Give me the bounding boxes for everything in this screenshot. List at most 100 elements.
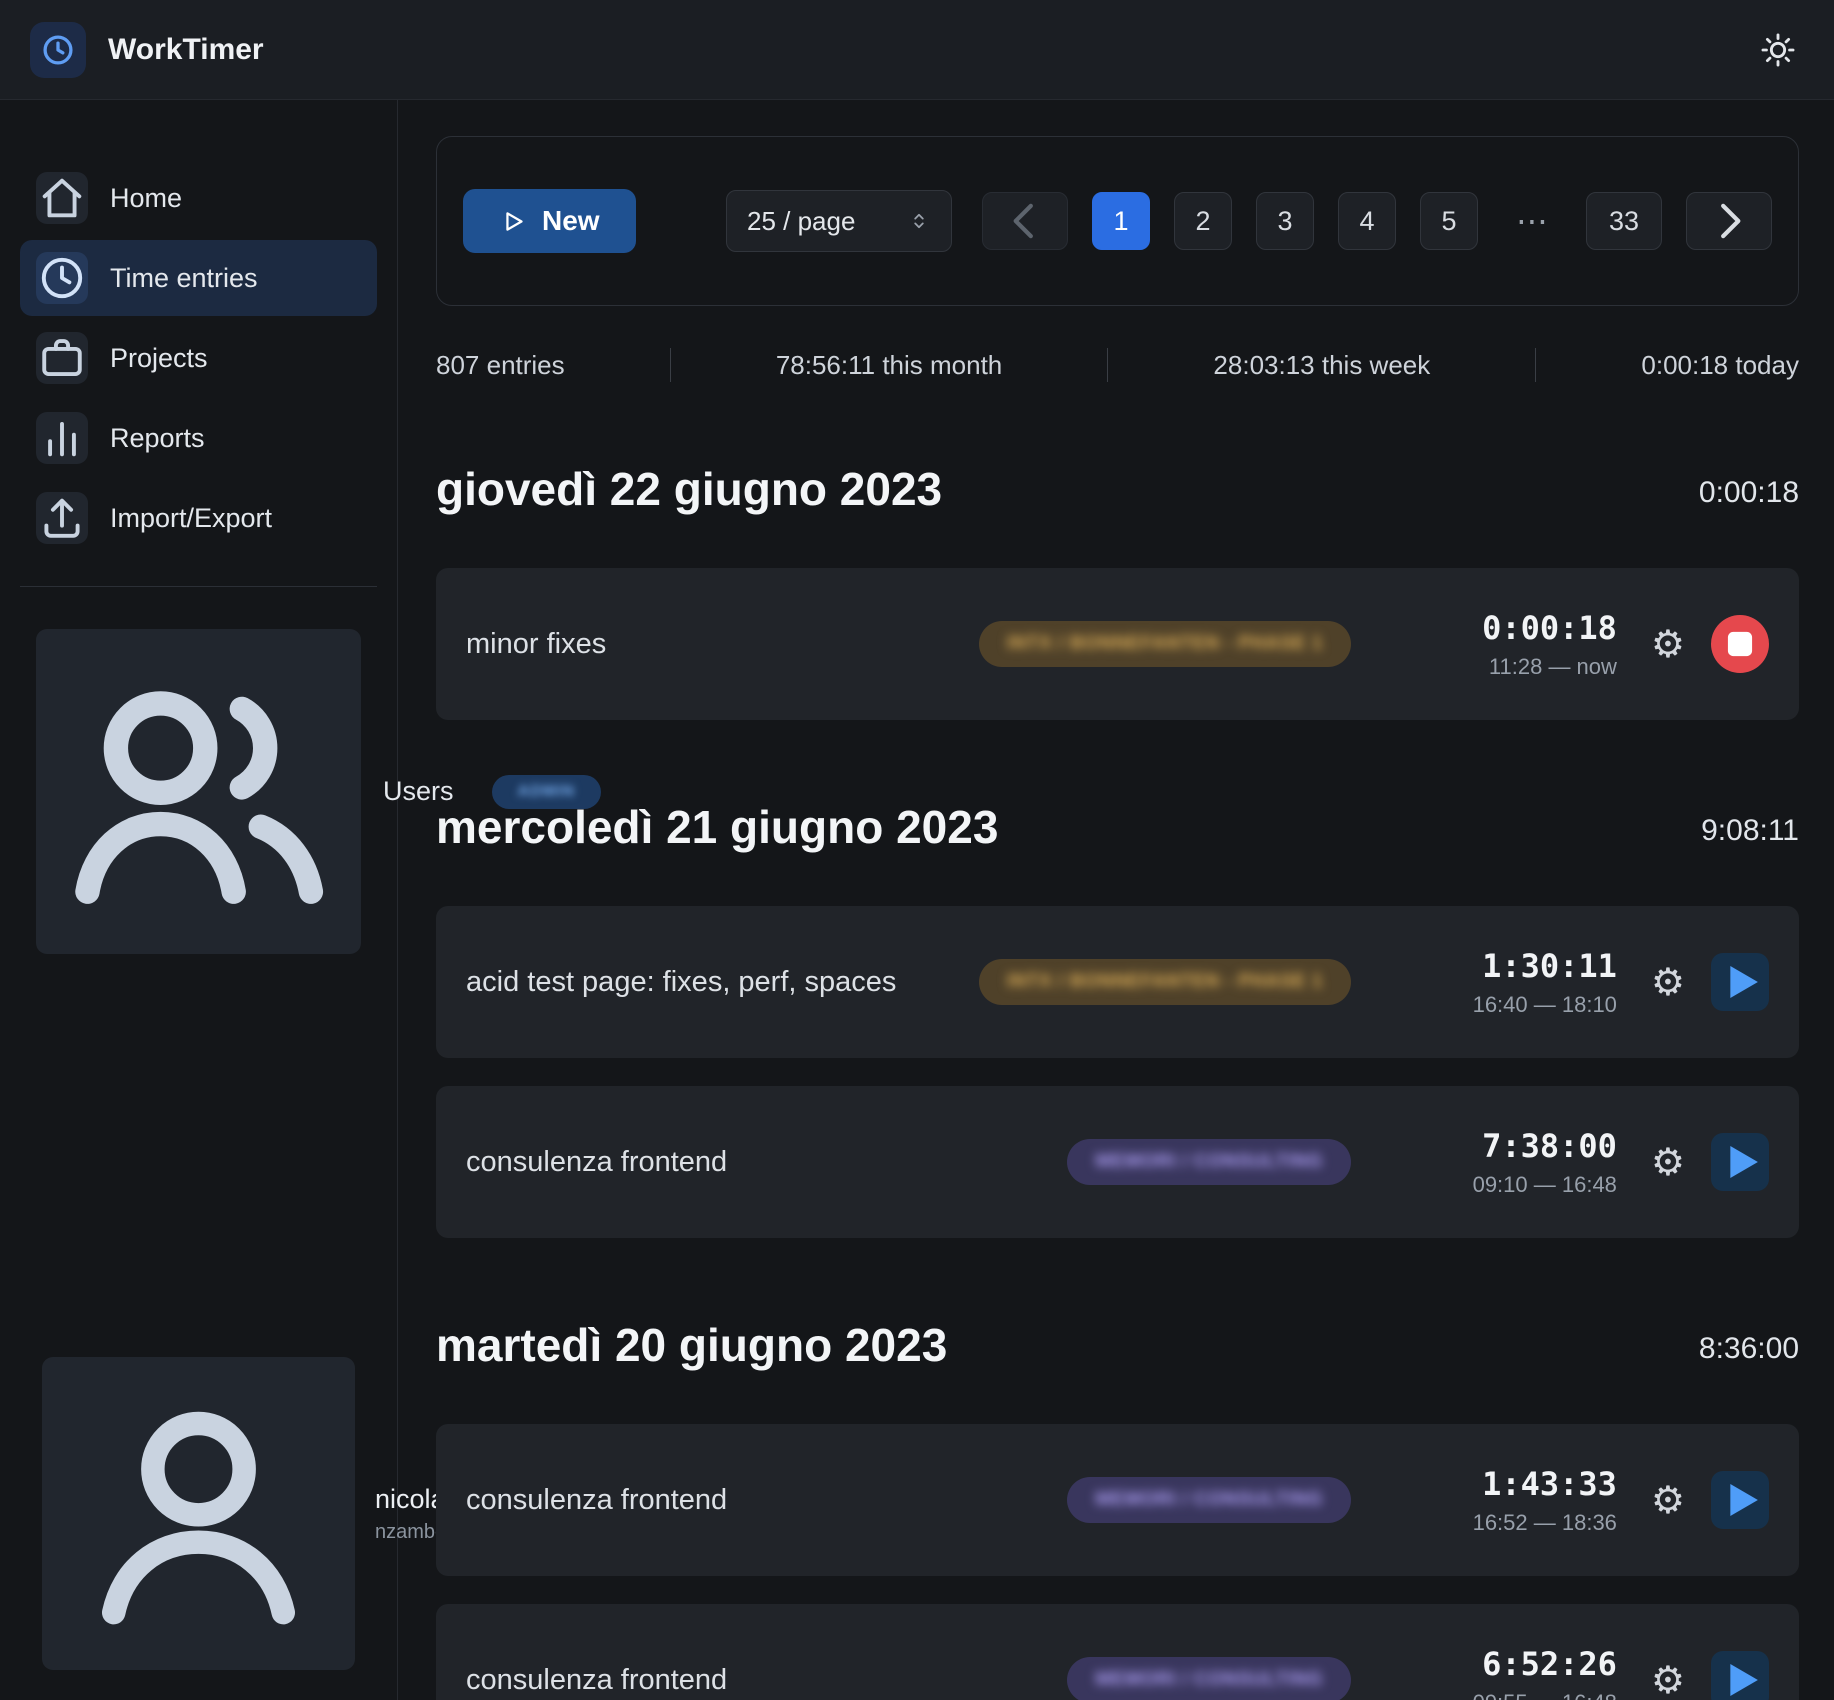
- entry-duration: 0:00:18: [1482, 609, 1617, 647]
- person-icon: [42, 1357, 355, 1670]
- group-total: 8:36:00: [1699, 1332, 1799, 1372]
- play-button[interactable]: [1711, 1471, 1769, 1529]
- gear-icon: ⚙: [1651, 622, 1685, 666]
- play-button[interactable]: [1711, 1133, 1769, 1191]
- group-date: mercoledì 21 giugno 2023: [436, 800, 998, 854]
- stat-separator: [1535, 348, 1536, 382]
- stat-item: 28:03:13 this week: [1213, 350, 1430, 381]
- sidebar-item-projects[interactable]: Projects: [20, 320, 377, 396]
- pagination-ellipsis: ⋯: [1502, 192, 1562, 250]
- entry-settings-button[interactable]: ⚙: [1651, 1661, 1685, 1699]
- clock-icon: [36, 252, 88, 304]
- entry-title: consulenza frontend: [466, 1146, 1067, 1179]
- stop-button[interactable]: [1711, 615, 1769, 673]
- updown-chevron-icon: [907, 209, 931, 233]
- pagination-page-1[interactable]: 1: [1092, 192, 1150, 250]
- bar-chart-icon: [36, 412, 88, 464]
- time-entry-card: consulenza frontend MEMORI / CONSULTING 6:…: [436, 1604, 1799, 1700]
- project-badge: INTX / BONNEFANTEN - PHASE 1: [979, 959, 1351, 1005]
- pagination-page-4[interactable]: 4: [1338, 192, 1396, 250]
- group-date: giovedì 22 giugno 2023: [436, 462, 942, 516]
- sidebar-item-label: Reports: [110, 423, 205, 454]
- entry-title: consulenza frontend: [466, 1484, 1067, 1517]
- sidebar-divider: [20, 586, 377, 587]
- entry-range: 09:10 — 16:48: [1473, 1172, 1617, 1198]
- project-badge: MEMORI / CONSULTING: [1067, 1477, 1351, 1523]
- sidebar-item-import-export[interactable]: Import/Export: [20, 480, 377, 556]
- home-icon: [36, 172, 88, 224]
- play-icon: [499, 208, 526, 235]
- gear-icon: ⚙: [1651, 1478, 1685, 1522]
- entry-settings-button[interactable]: ⚙: [1651, 1143, 1685, 1181]
- entry-time: 1:30:11 16:40 — 18:10: [1395, 947, 1617, 1018]
- entry-title: consulenza frontend: [466, 1664, 1067, 1697]
- sidebar-item-time-entries[interactable]: Time entries: [20, 240, 377, 316]
- stat-separator: [670, 348, 671, 382]
- entry-settings-button[interactable]: ⚙: [1651, 625, 1685, 663]
- sidebar-item-home[interactable]: Home: [20, 160, 377, 236]
- entry-time: 1:43:33 16:52 — 18:36: [1395, 1465, 1617, 1536]
- time-entry-card: acid test page: fixes, perf, spacesINTX …: [436, 906, 1799, 1058]
- time-entry-card: minor fixesINTX / BONNEFANTEN - PHASE 1 0…: [436, 568, 1799, 720]
- sidebar-item-users[interactable]: Users ADMIN: [20, 617, 377, 966]
- time-entry-card: consulenza frontend MEMORI / CONSULTING 1:…: [436, 1424, 1799, 1576]
- sidebar-item-label: Import/Export: [110, 503, 272, 534]
- clock-logo-icon: [40, 32, 76, 68]
- entry-range: 16:40 — 18:10: [1473, 992, 1617, 1018]
- project-badge-label: MEMORI / CONSULTING: [1095, 1151, 1323, 1173]
- stat-item: 807 entries: [436, 350, 565, 381]
- sun-icon: [1759, 31, 1797, 69]
- briefcase-icon: [36, 332, 88, 384]
- user-profile[interactable]: nicola nzambello.dev: [0, 1357, 397, 1670]
- pagination-page-33[interactable]: 33: [1586, 192, 1662, 250]
- stat-separator: [1107, 348, 1108, 382]
- main-content: New 25 / page 12345 ⋯ 33 807 entries 78:56:…: [398, 100, 1834, 1700]
- entry-time: 0:00:18 11:28 — now: [1395, 609, 1617, 680]
- stat-item: 0:00:18 today: [1641, 350, 1799, 381]
- theme-toggle-button[interactable]: [1752, 24, 1804, 76]
- entry-settings-button[interactable]: ⚙: [1651, 963, 1685, 1001]
- sidebar-item-label: Home: [110, 183, 182, 214]
- new-entry-button[interactable]: New: [463, 189, 636, 253]
- pagination-page-5[interactable]: 5: [1420, 192, 1478, 250]
- gear-icon: ⚙: [1651, 1140, 1685, 1184]
- entries-toolbar: New 25 / page 12345 ⋯ 33: [436, 136, 1799, 306]
- entry-duration: 6:52:26: [1482, 1645, 1617, 1683]
- users-icon: [36, 629, 361, 954]
- sidebar-item-reports[interactable]: Reports: [20, 400, 377, 476]
- project-badge: MEMORI / CONSULTING: [1067, 1657, 1351, 1700]
- project-badge: INTX / BONNEFANTEN - PHASE 1: [979, 621, 1351, 667]
- pagination-next-button[interactable]: [1686, 192, 1772, 250]
- entry-duration: 1:30:11: [1482, 947, 1617, 985]
- date-group: giovedì 22 giugno 20230:00:18minor fixes…: [436, 462, 1799, 720]
- entry-range: 09:55 — 16:48: [1473, 1690, 1617, 1700]
- entry-title: minor fixes: [466, 628, 979, 661]
- entry-range: 16:52 — 18:36: [1473, 1510, 1617, 1536]
- entry-duration: 7:38:00: [1482, 1127, 1617, 1165]
- entry-settings-button[interactable]: ⚙: [1651, 1481, 1685, 1519]
- group-total: 0:00:18: [1699, 476, 1799, 516]
- project-badge-label: INTX / BONNEFANTEN - PHASE 1: [1007, 971, 1323, 993]
- pagination-page-3[interactable]: 3: [1256, 192, 1314, 250]
- play-button[interactable]: [1711, 1651, 1769, 1700]
- pagination-prev-button[interactable]: [982, 192, 1068, 250]
- pagination-page-2[interactable]: 2: [1174, 192, 1232, 250]
- page-size-select[interactable]: 25 / page: [726, 190, 952, 252]
- entry-time: 7:38:00 09:10 — 16:48: [1395, 1127, 1617, 1198]
- sidebar: Home Time entriesProjects Reports Import/Ex…: [0, 100, 398, 1700]
- stat-item: 78:56:11 this month: [776, 350, 1002, 381]
- app-logo: [30, 22, 86, 78]
- entries-list: giovedì 22 giugno 20230:00:18minor fixes…: [436, 462, 1799, 1700]
- project-badge-label: MEMORI / CONSULTING: [1095, 1489, 1323, 1511]
- pagination: 12345 ⋯ 33: [982, 192, 1772, 250]
- play-button[interactable]: [1711, 953, 1769, 1011]
- app-title: WorkTimer: [108, 33, 264, 67]
- date-group: martedì 20 giugno 20238:36:00consulenza …: [436, 1318, 1799, 1700]
- gear-icon: ⚙: [1651, 1658, 1685, 1700]
- project-badge: MEMORI / CONSULTING: [1067, 1139, 1351, 1185]
- entry-duration: 1:43:33: [1482, 1465, 1617, 1503]
- entry-range: 11:28 — now: [1489, 654, 1617, 680]
- stats-bar: 807 entries 78:56:11 this month 28:03:13 t…: [436, 348, 1799, 382]
- time-entry-card: consulenza frontend MEMORI / CONSULTING 7:…: [436, 1086, 1799, 1238]
- project-badge-label: MEMORI / CONSULTING: [1095, 1669, 1323, 1691]
